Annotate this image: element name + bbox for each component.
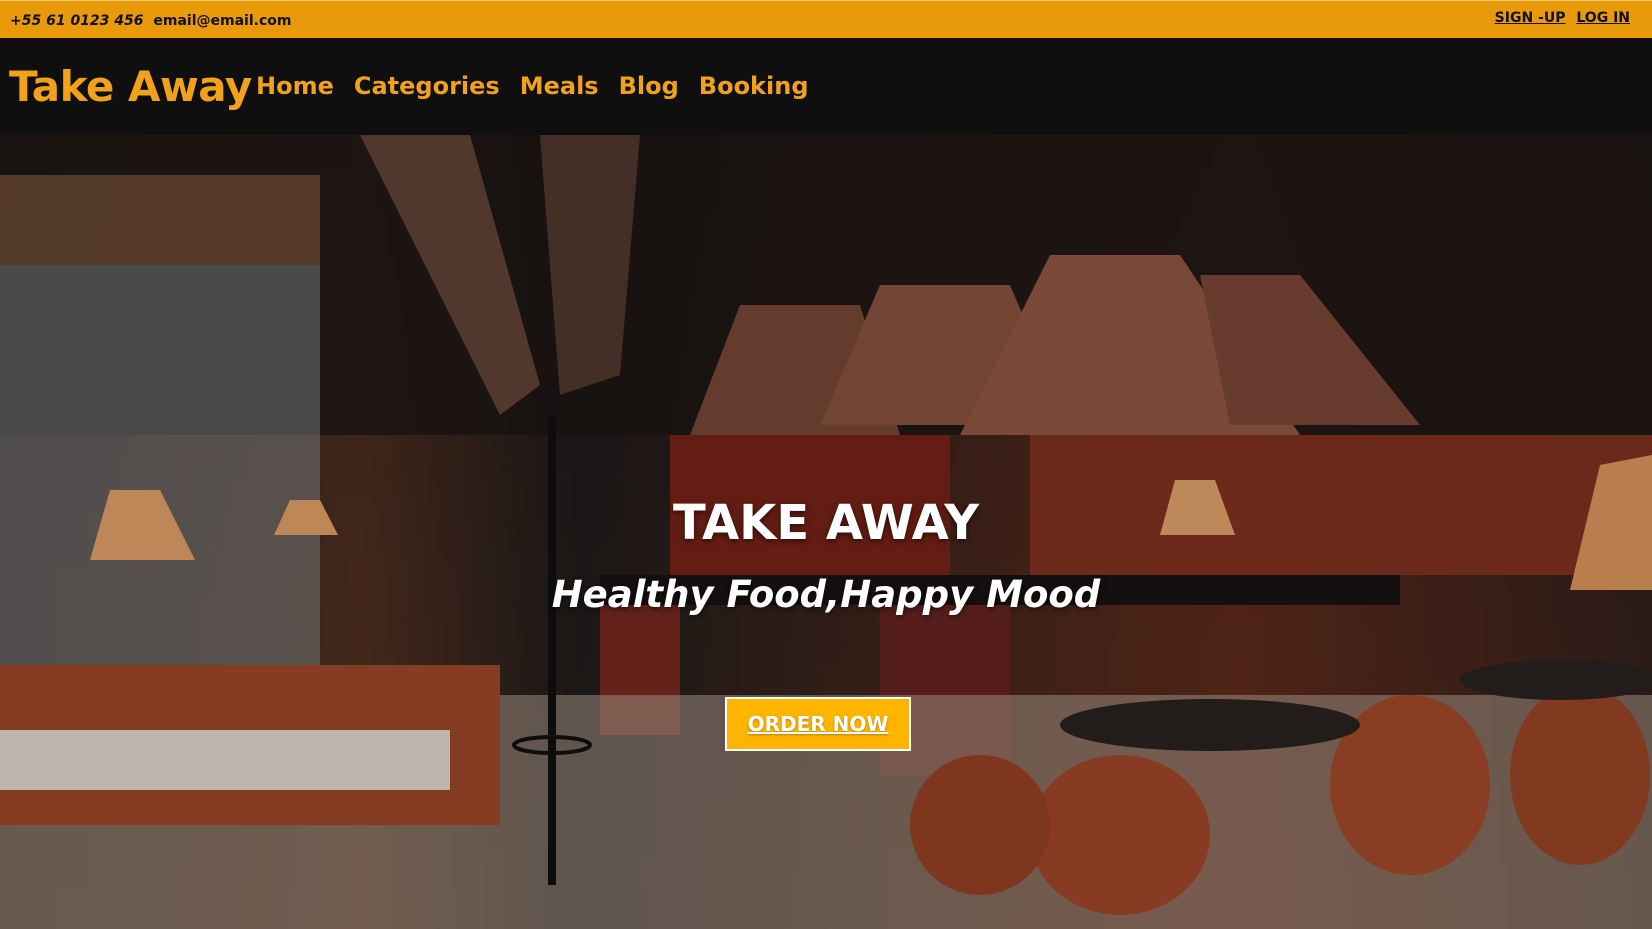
nav-link-blog[interactable]: Blog: [619, 72, 679, 100]
auth-links: SIGN -UP LOG IN: [1489, 10, 1630, 26]
hero-title: TAKE AWAY: [673, 495, 979, 551]
hero-subtitle: Healthy Food,Happy Mood: [551, 573, 1101, 616]
hero-section: TAKE AWAY Healthy Food,Happy Mood ORDER …: [0, 135, 1652, 929]
nav-menu: Home Categories Meals Blog Booking: [256, 72, 809, 100]
nav-link-home[interactable]: Home: [256, 72, 334, 100]
site-logo[interactable]: Take Away: [9, 62, 252, 111]
login-link[interactable]: LOG IN: [1576, 10, 1630, 26]
nav-link-booking[interactable]: Booking: [699, 72, 809, 100]
email-address: email@email.com: [153, 13, 292, 29]
phone-number: +55 61 0123 456: [10, 13, 144, 29]
nav-link-meals[interactable]: Meals: [520, 72, 599, 100]
contact-info: +55 61 0123 456 email@email.com: [10, 13, 291, 29]
hero-content: TAKE AWAY Healthy Food,Happy Mood ORDER …: [0, 135, 1652, 929]
main-navbar: Take Away Home Categories Meals Blog Boo…: [0, 38, 1652, 135]
signup-link[interactable]: SIGN -UP: [1495, 10, 1566, 26]
order-now-button[interactable]: ORDER NOW: [725, 697, 911, 751]
nav-link-categories[interactable]: Categories: [354, 72, 500, 100]
top-contact-bar: +55 61 0123 456 email@email.com SIGN -UP…: [0, 0, 1652, 38]
